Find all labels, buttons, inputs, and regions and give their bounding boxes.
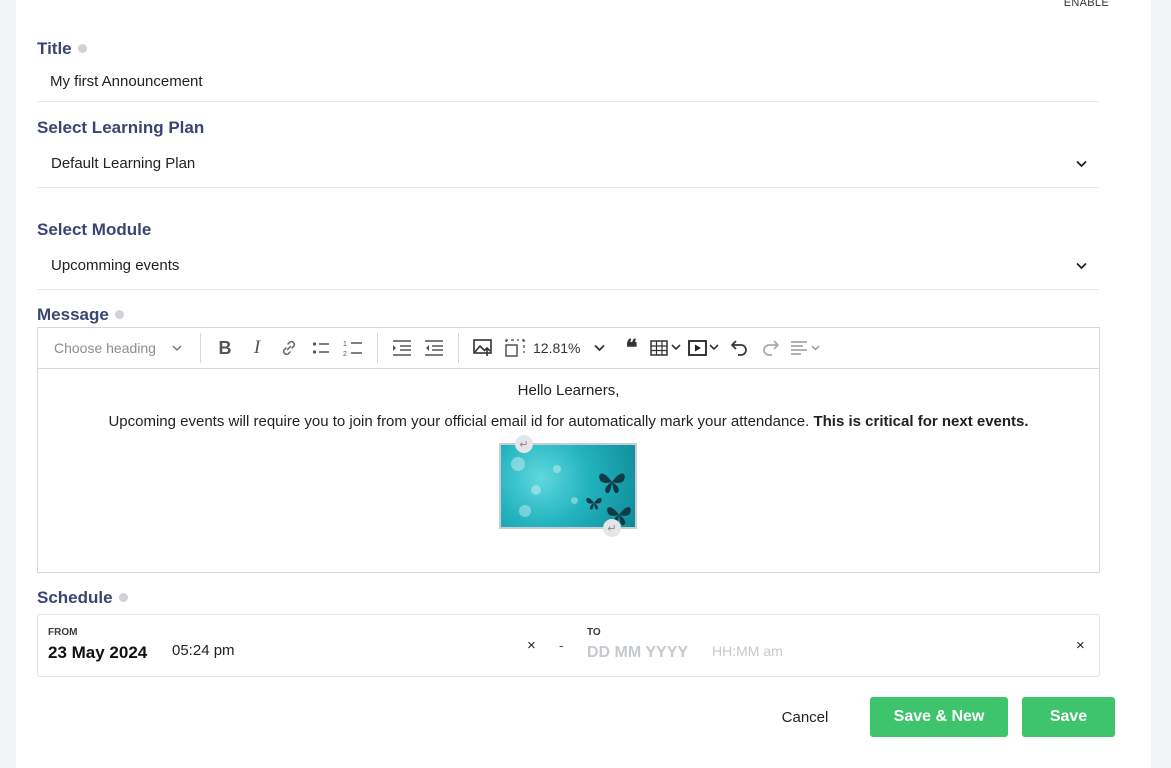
link-icon[interactable] [276,333,302,363]
to-date-input[interactable]: DD MM YYYY [587,644,688,662]
title-input[interactable]: My first Announcement [37,64,1099,102]
image-line-break-handle[interactable]: ↵ [515,435,533,453]
chevron-down-icon [172,344,182,351]
clear-to-icon[interactable]: × [1076,637,1085,654]
message-greeting: Hello Learners, [517,382,620,399]
editor-content[interactable]: Hello Learners, Upcoming events will req… [38,369,1099,573]
message-label-text: Message [37,305,109,324]
embedded-image[interactable] [499,443,637,529]
chevron-down-icon[interactable] [586,333,612,363]
toolbar-divider [458,333,459,363]
title-input-value: My first Announcement [50,73,203,90]
text-align-icon[interactable] [790,333,822,363]
to-label: TO [587,627,601,638]
undo-icon[interactable] [726,333,752,363]
bold-icon[interactable]: B [212,333,238,363]
schedule-range: FROM 23 May 2024 05:24 pm × - TO DD MM Y… [37,614,1100,677]
title-label: Title [37,39,87,59]
message-bold-text: This is critical for next events. [813,413,1029,430]
resize-image-icon[interactable] [502,333,528,363]
heading-dropdown-label: Choose heading [54,340,156,356]
chevron-down-icon [1076,156,1087,171]
increase-indent-icon[interactable] [389,333,415,363]
message-text: Upcoming events will require you to join… [108,413,814,430]
insert-media-icon[interactable] [688,333,720,363]
heading-dropdown[interactable]: Choose heading [54,333,189,363]
insert-table-icon[interactable] [650,333,682,363]
message-label: Message [37,305,124,325]
from-time-input[interactable]: 05:24 pm [172,642,235,659]
cancel-button[interactable]: Cancel [766,697,844,737]
enable-toggle-label[interactable]: ENABLE [1064,0,1109,9]
svg-text:1: 1 [343,341,347,348]
info-icon [114,310,124,319]
butterfly-graphic [585,491,603,517]
info-icon [77,44,87,53]
save-button[interactable]: Save [1022,697,1115,737]
module-label: Select Module [37,220,152,239]
editor-toolbar: Choose heading B I 12 12.81% ❝ [38,328,1099,369]
schedule-label-text: Schedule [37,588,113,607]
save-and-new-button[interactable]: Save & New [870,697,1008,737]
insert-image-icon[interactable] [470,333,496,363]
toolbar-divider [377,333,378,363]
learning-plan-select[interactable]: Default Learning Plan [37,142,1099,188]
italic-icon[interactable]: I [244,333,270,363]
title-label-text: Title [37,39,72,58]
learning-plan-value: Default Learning Plan [51,155,196,172]
announcement-form: ENABLE Title My first Announcement Selec… [16,0,1151,768]
message-paragraph: Upcoming events will require you to join… [38,413,1099,430]
bulleted-list-icon[interactable] [308,333,334,363]
rich-text-editor: Choose heading B I 12 12.81% ❝ Hello Lea… [37,327,1100,573]
zoom-level[interactable]: 12.81% [533,333,580,363]
schedule-label: Schedule [37,588,128,608]
image-line-break-handle[interactable]: ↵ [603,519,621,537]
module-value: Upcomming events [51,257,180,274]
info-icon [118,593,128,602]
block-quote-icon[interactable]: ❝ [618,333,644,363]
range-separator: - [559,637,564,653]
redo-icon[interactable] [758,333,784,363]
chevron-down-icon [1076,258,1087,273]
decrease-indent-icon[interactable] [421,333,447,363]
to-time-input[interactable]: HH:MM am [712,643,783,659]
learning-plan-label: Select Learning Plan [37,118,205,137]
numbered-list-icon[interactable]: 12 [340,333,366,363]
clear-from-icon[interactable]: × [527,637,536,654]
svg-text:2: 2 [343,351,347,357]
module-select[interactable]: Upcomming events [37,244,1099,290]
toolbar-divider [200,333,201,363]
from-label: FROM [48,627,78,638]
from-date-input[interactable]: 23 May 2024 [48,643,147,663]
